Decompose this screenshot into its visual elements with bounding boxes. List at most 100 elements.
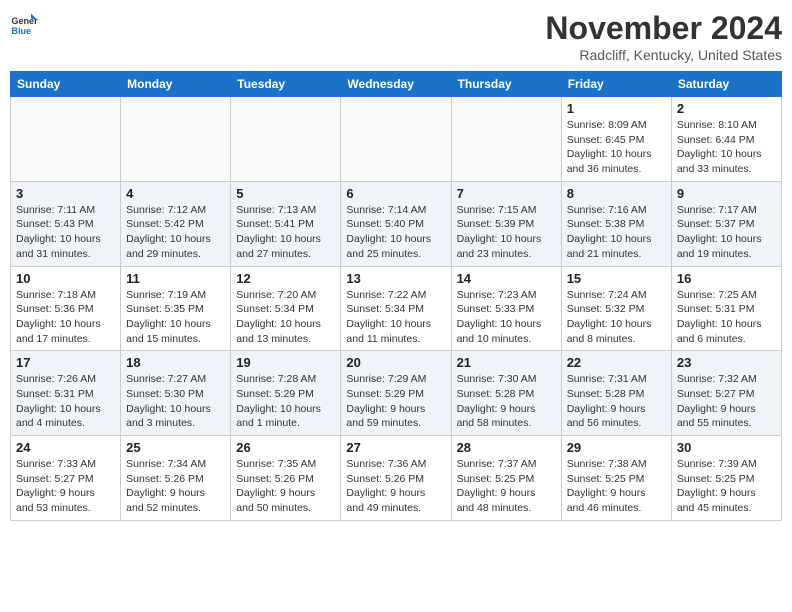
day-number: 18	[126, 355, 225, 370]
calendar-week-row: 24 Sunrise: 7:33 AM Sunset: 5:27 PM Dayli…	[11, 436, 782, 521]
day-number: 8	[567, 186, 666, 201]
calendar-week-row: 3 Sunrise: 7:11 AM Sunset: 5:43 PM Daylig…	[11, 181, 782, 266]
calendar-week-row: 1 Sunrise: 8:09 AM Sunset: 6:45 PM Daylig…	[11, 97, 782, 182]
day-info: Sunrise: 7:18 AM Sunset: 5:36 PM Dayligh…	[16, 288, 115, 347]
day-info: Sunrise: 7:31 AM Sunset: 5:28 PM Dayligh…	[567, 372, 666, 431]
calendar-cell: 13Sunrise: 7:22 AM Sunset: 5:34 PM Dayli…	[341, 266, 451, 351]
day-info: Sunrise: 7:11 AM Sunset: 5:43 PM Dayligh…	[16, 203, 115, 262]
day-number: 9	[677, 186, 776, 201]
day-info: Sunrise: 7:35 AM Sunset: 5:26 PM Dayligh…	[236, 457, 335, 516]
calendar-cell: 11Sunrise: 7:19 AM Sunset: 5:35 PM Dayli…	[121, 266, 231, 351]
day-info: Sunrise: 7:33 AM Sunset: 5:27 PM Dayligh…	[16, 457, 115, 516]
calendar-cell: 2Sunrise: 8:10 AM Sunset: 6:44 PM Daylig…	[671, 97, 781, 182]
title-block: November 2024 Radcliff, Kentucky, United…	[545, 10, 782, 63]
calendar-cell	[231, 97, 341, 182]
day-header-saturday: Saturday	[671, 72, 781, 97]
calendar-cell: 8 Sunrise: 7:16 AM Sunset: 5:38 PM Daylig…	[561, 181, 671, 266]
calendar-week-row: 17Sunrise: 7:26 AM Sunset: 5:31 PM Dayli…	[11, 351, 782, 436]
calendar-cell: 26 Sunrise: 7:35 AM Sunset: 5:26 PM Dayli…	[231, 436, 341, 521]
day-number: 19	[236, 355, 335, 370]
day-number: 7	[457, 186, 556, 201]
calendar-cell	[121, 97, 231, 182]
day-header-monday: Monday	[121, 72, 231, 97]
calendar-cell	[341, 97, 451, 182]
calendar-cell: 5 Sunrise: 7:13 AM Sunset: 5:41 PM Daylig…	[231, 181, 341, 266]
day-number: 21	[457, 355, 556, 370]
day-info: Sunrise: 7:17 AM Sunset: 5:37 PM Dayligh…	[677, 203, 776, 262]
calendar-cell: 22 Sunrise: 7:31 AM Sunset: 5:28 PM Dayli…	[561, 351, 671, 436]
day-info: Sunrise: 7:39 AM Sunset: 5:25 PM Dayligh…	[677, 457, 776, 516]
day-number: 30	[677, 440, 776, 455]
day-info: Sunrise: 7:28 AM Sunset: 5:29 PM Dayligh…	[236, 372, 335, 431]
svg-text:Blue: Blue	[11, 26, 31, 36]
day-number: 14	[457, 271, 556, 286]
day-info: Sunrise: 7:16 AM Sunset: 5:38 PM Dayligh…	[567, 203, 666, 262]
day-number: 17	[16, 355, 115, 370]
day-info: Sunrise: 7:23 AM Sunset: 5:33 PM Dayligh…	[457, 288, 556, 347]
calendar-cell: 3 Sunrise: 7:11 AM Sunset: 5:43 PM Daylig…	[11, 181, 121, 266]
day-number: 5	[236, 186, 335, 201]
calendar-cell: 9 Sunrise: 7:17 AM Sunset: 5:37 PM Daylig…	[671, 181, 781, 266]
day-number: 13	[346, 271, 445, 286]
day-number: 24	[16, 440, 115, 455]
logo: General Blue	[10, 10, 38, 38]
day-number: 1	[567, 101, 666, 116]
calendar-cell: 25Sunrise: 7:34 AM Sunset: 5:26 PM Dayli…	[121, 436, 231, 521]
calendar-cell: 16 Sunrise: 7:25 AM Sunset: 5:31 PM Dayli…	[671, 266, 781, 351]
day-info: Sunrise: 7:27 AM Sunset: 5:30 PM Dayligh…	[126, 372, 225, 431]
day-info: Sunrise: 7:29 AM Sunset: 5:29 PM Dayligh…	[346, 372, 445, 431]
calendar-cell: 23 Sunrise: 7:32 AM Sunset: 5:27 PM Dayli…	[671, 351, 781, 436]
calendar-header-row: SundayMondayTuesdayWednesdayThursdayFrid…	[11, 72, 782, 97]
day-number: 26	[236, 440, 335, 455]
day-info: Sunrise: 7:19 AM Sunset: 5:35 PM Dayligh…	[126, 288, 225, 347]
calendar-cell: 30 Sunrise: 7:39 AM Sunset: 5:25 PM Dayli…	[671, 436, 781, 521]
day-info: Sunrise: 7:12 AM Sunset: 5:42 PM Dayligh…	[126, 203, 225, 262]
day-info: Sunrise: 7:38 AM Sunset: 5:25 PM Dayligh…	[567, 457, 666, 516]
day-number: 27	[346, 440, 445, 455]
calendar-cell: 12Sunrise: 7:20 AM Sunset: 5:34 PM Dayli…	[231, 266, 341, 351]
day-number: 16	[677, 271, 776, 286]
calendar-cell: 24 Sunrise: 7:33 AM Sunset: 5:27 PM Dayli…	[11, 436, 121, 521]
day-info: Sunrise: 7:30 AM Sunset: 5:28 PM Dayligh…	[457, 372, 556, 431]
location-subtitle: Radcliff, Kentucky, United States	[545, 47, 782, 63]
calendar-cell: 21 Sunrise: 7:30 AM Sunset: 5:28 PM Dayli…	[451, 351, 561, 436]
calendar-cell: 6 Sunrise: 7:14 AM Sunset: 5:40 PM Daylig…	[341, 181, 451, 266]
calendar-cell: 19 Sunrise: 7:28 AM Sunset: 5:29 PM Dayli…	[231, 351, 341, 436]
day-number: 29	[567, 440, 666, 455]
day-header-wednesday: Wednesday	[341, 72, 451, 97]
calendar-cell: 29 Sunrise: 7:38 AM Sunset: 5:25 PM Dayli…	[561, 436, 671, 521]
calendar-cell: 10 Sunrise: 7:18 AM Sunset: 5:36 PM Dayli…	[11, 266, 121, 351]
page-header: General Blue November 2024 Radcliff, Ken…	[10, 10, 782, 63]
calendar-cell: 17Sunrise: 7:26 AM Sunset: 5:31 PM Dayli…	[11, 351, 121, 436]
day-info: Sunrise: 8:10 AM Sunset: 6:44 PM Dayligh…	[677, 118, 776, 177]
day-info: Sunrise: 7:13 AM Sunset: 5:41 PM Dayligh…	[236, 203, 335, 262]
day-number: 3	[16, 186, 115, 201]
day-number: 12	[236, 271, 335, 286]
day-number: 22	[567, 355, 666, 370]
day-info: Sunrise: 7:24 AM Sunset: 5:32 PM Dayligh…	[567, 288, 666, 347]
day-info: Sunrise: 8:09 AM Sunset: 6:45 PM Dayligh…	[567, 118, 666, 177]
day-info: Sunrise: 7:14 AM Sunset: 5:40 PM Dayligh…	[346, 203, 445, 262]
calendar-cell: 18 Sunrise: 7:27 AM Sunset: 5:30 PM Dayli…	[121, 351, 231, 436]
day-header-sunday: Sunday	[11, 72, 121, 97]
calendar-cell: 4 Sunrise: 7:12 AM Sunset: 5:42 PM Daylig…	[121, 181, 231, 266]
day-info: Sunrise: 7:37 AM Sunset: 5:25 PM Dayligh…	[457, 457, 556, 516]
day-info: Sunrise: 7:25 AM Sunset: 5:31 PM Dayligh…	[677, 288, 776, 347]
calendar-cell: 15 Sunrise: 7:24 AM Sunset: 5:32 PM Dayli…	[561, 266, 671, 351]
day-number: 20	[346, 355, 445, 370]
day-number: 15	[567, 271, 666, 286]
calendar-cell: 28 Sunrise: 7:37 AM Sunset: 5:25 PM Dayli…	[451, 436, 561, 521]
day-info: Sunrise: 7:34 AM Sunset: 5:26 PM Dayligh…	[126, 457, 225, 516]
calendar-cell: 27Sunrise: 7:36 AM Sunset: 5:26 PM Dayli…	[341, 436, 451, 521]
day-number: 28	[457, 440, 556, 455]
day-header-friday: Friday	[561, 72, 671, 97]
day-number: 10	[16, 271, 115, 286]
day-number: 23	[677, 355, 776, 370]
day-info: Sunrise: 7:32 AM Sunset: 5:27 PM Dayligh…	[677, 372, 776, 431]
day-number: 4	[126, 186, 225, 201]
calendar-cell	[451, 97, 561, 182]
day-number: 6	[346, 186, 445, 201]
calendar-cell: 20 Sunrise: 7:29 AM Sunset: 5:29 PM Dayli…	[341, 351, 451, 436]
calendar-table: SundayMondayTuesdayWednesdayThursdayFrid…	[10, 71, 782, 521]
calendar-cell: 7Sunrise: 7:15 AM Sunset: 5:39 PM Daylig…	[451, 181, 561, 266]
